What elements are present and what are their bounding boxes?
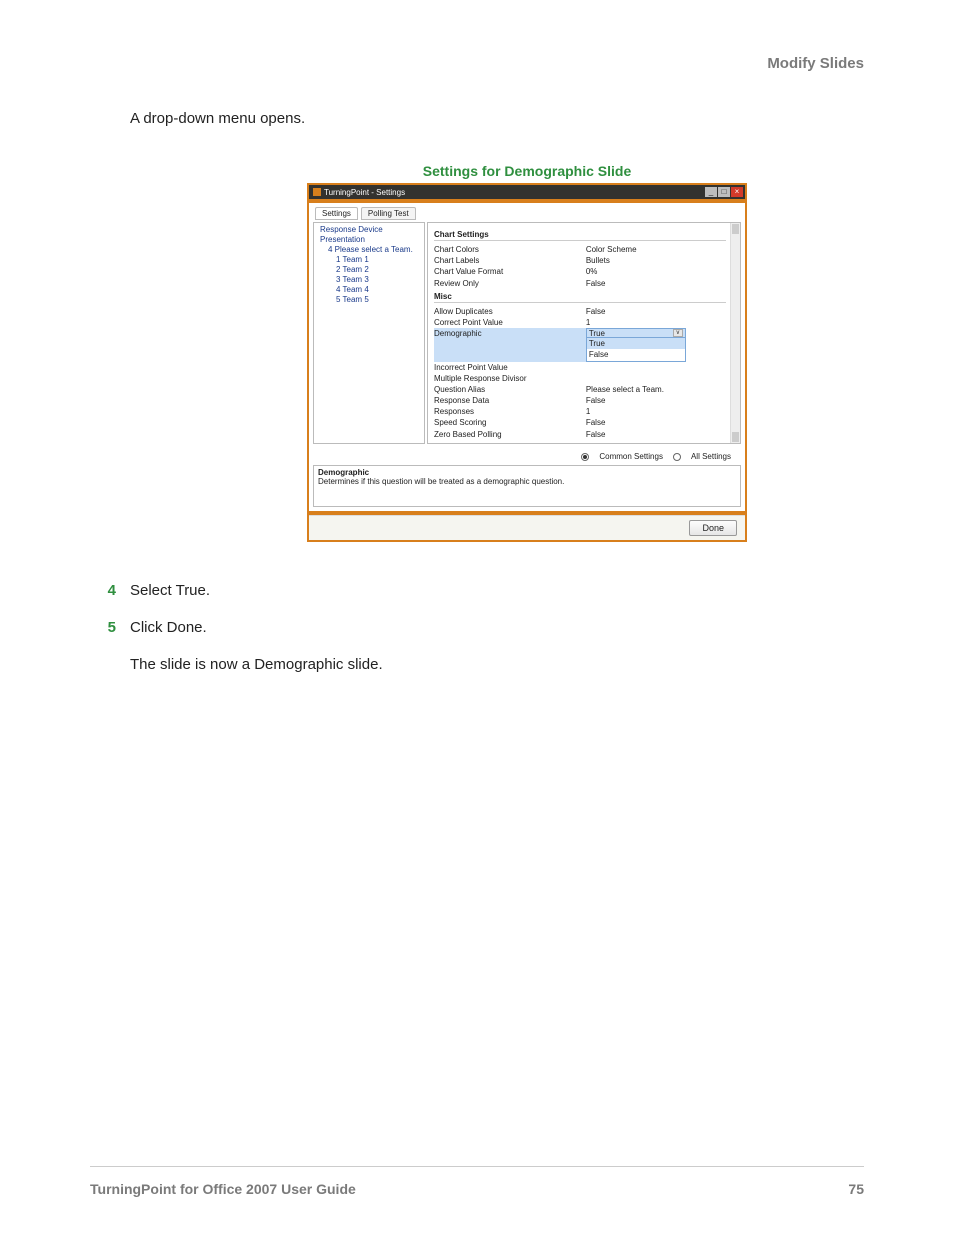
done-button[interactable]: Done <box>689 520 737 536</box>
radio-label: All Settings <box>691 452 731 461</box>
chevron-down-icon[interactable]: v <box>673 329 683 337</box>
page-footer: TurningPoint for Office 2007 User Guide … <box>90 1166 864 1197</box>
setting-value[interactable]: False <box>586 429 726 440</box>
setting-value[interactable]: False <box>586 417 726 428</box>
radio-label: Common Settings <box>599 452 663 461</box>
description-title: Demographic <box>318 468 736 477</box>
setting-label: Zero Based Polling <box>434 429 586 440</box>
description-text: Determines if this question will be trea… <box>318 477 736 486</box>
footer-page-number: 75 <box>848 1181 864 1197</box>
section-misc: Misc <box>434 292 726 303</box>
tree-item[interactable]: 2 Team 2 <box>318 265 420 274</box>
setting-value[interactable]: False <box>586 395 726 406</box>
setting-label: Chart Labels <box>434 255 586 266</box>
setting-label: Speed Scoring <box>434 417 586 428</box>
radio-common-settings[interactable] <box>581 453 589 461</box>
tab-row: Settings Polling Test <box>309 203 745 222</box>
close-icon[interactable]: × <box>731 187 743 197</box>
dropdown-list[interactable]: True False <box>586 337 686 361</box>
minimize-icon[interactable]: _ <box>705 187 717 197</box>
app-icon <box>313 188 321 196</box>
tree-item[interactable]: 4 Please select a Team. <box>318 245 420 254</box>
dropdown-option-false[interactable]: False <box>587 349 685 360</box>
tree-item[interactable]: 1 Team 1 <box>318 255 420 264</box>
screenshot-container: TurningPoint - Settings _ □ × Settings P… <box>190 183 864 542</box>
tree-item[interactable]: 4 Team 4 <box>318 285 420 294</box>
setting-label: Review Only <box>434 278 586 289</box>
titlebar: TurningPoint - Settings _ □ × <box>309 185 745 199</box>
figure-caption: Settings for Demographic Slide <box>190 163 864 179</box>
nav-tree[interactable]: Response Device Presentation 4 Please se… <box>313 222 425 444</box>
setting-label: Responses <box>434 406 586 417</box>
step-number: 5 <box>90 619 130 636</box>
window-title: TurningPoint - Settings <box>324 188 405 197</box>
setting-value[interactable]: 1 <box>586 317 726 328</box>
setting-value[interactable]: 0% <box>586 266 726 277</box>
setting-value[interactable] <box>586 373 726 384</box>
setting-label-demographic: Demographic <box>434 328 586 361</box>
setting-label: Allow Duplicates <box>434 306 586 317</box>
scrollbar[interactable] <box>730 223 740 443</box>
setting-label: Chart Value Format <box>434 266 586 277</box>
tree-item[interactable]: Presentation <box>318 235 420 244</box>
section-chart-settings: Chart Settings <box>434 230 726 241</box>
step-text: Click Done. <box>130 619 207 636</box>
setting-value[interactable]: Color Scheme <box>586 244 726 255</box>
tree-item[interactable]: 3 Team 3 <box>318 275 420 284</box>
setting-label: Correct Point Value <box>434 317 586 328</box>
intro-paragraph: A drop-down menu opens. <box>130 110 864 127</box>
step-5: 5 Click Done. <box>90 619 864 636</box>
description-box: Demographic Determines if this question … <box>313 465 741 507</box>
section-header: Modify Slides <box>90 55 864 72</box>
setting-value[interactable]: False <box>586 306 726 317</box>
radio-all-settings[interactable] <box>673 453 681 461</box>
maximize-icon[interactable]: □ <box>718 187 730 197</box>
tab-polling-test[interactable]: Polling Test <box>361 207 416 220</box>
setting-label: Chart Colors <box>434 244 586 255</box>
setting-value[interactable]: Please select a Team. <box>586 384 726 395</box>
step-text: Select True. <box>130 582 210 599</box>
tree-item[interactable]: 5 Team 5 <box>318 295 420 304</box>
step-number: 4 <box>90 582 130 599</box>
setting-label: Multiple Response Divisor <box>434 373 586 384</box>
setting-value[interactable]: Bullets <box>586 255 726 266</box>
dropdown-option-true[interactable]: True <box>587 338 685 349</box>
setting-label: Question Alias <box>434 384 586 395</box>
settings-window: TurningPoint - Settings _ □ × Settings P… <box>307 183 747 542</box>
setting-label: Response Data <box>434 395 586 406</box>
setting-value[interactable]: 1 <box>586 406 726 417</box>
tree-item[interactable]: Response Device <box>318 225 420 234</box>
tab-settings[interactable]: Settings <box>315 207 358 220</box>
step-4: 4 Select True. <box>90 582 864 599</box>
settings-panel: Chart Settings Chart ColorsColor Scheme … <box>427 222 741 444</box>
setting-value[interactable] <box>586 362 726 373</box>
section-response-reminders: Response Reminders Settings <box>434 443 726 444</box>
settings-scope-radios: Common Settings All Settings <box>309 448 745 463</box>
setting-label: Incorrect Point Value <box>434 362 586 373</box>
footer-guide-title: TurningPoint for Office 2007 User Guide <box>90 1181 356 1197</box>
setting-value[interactable]: False <box>586 278 726 289</box>
closing-paragraph: The slide is now a Demographic slide. <box>130 656 864 673</box>
dialog-button-row: Done <box>309 515 745 540</box>
